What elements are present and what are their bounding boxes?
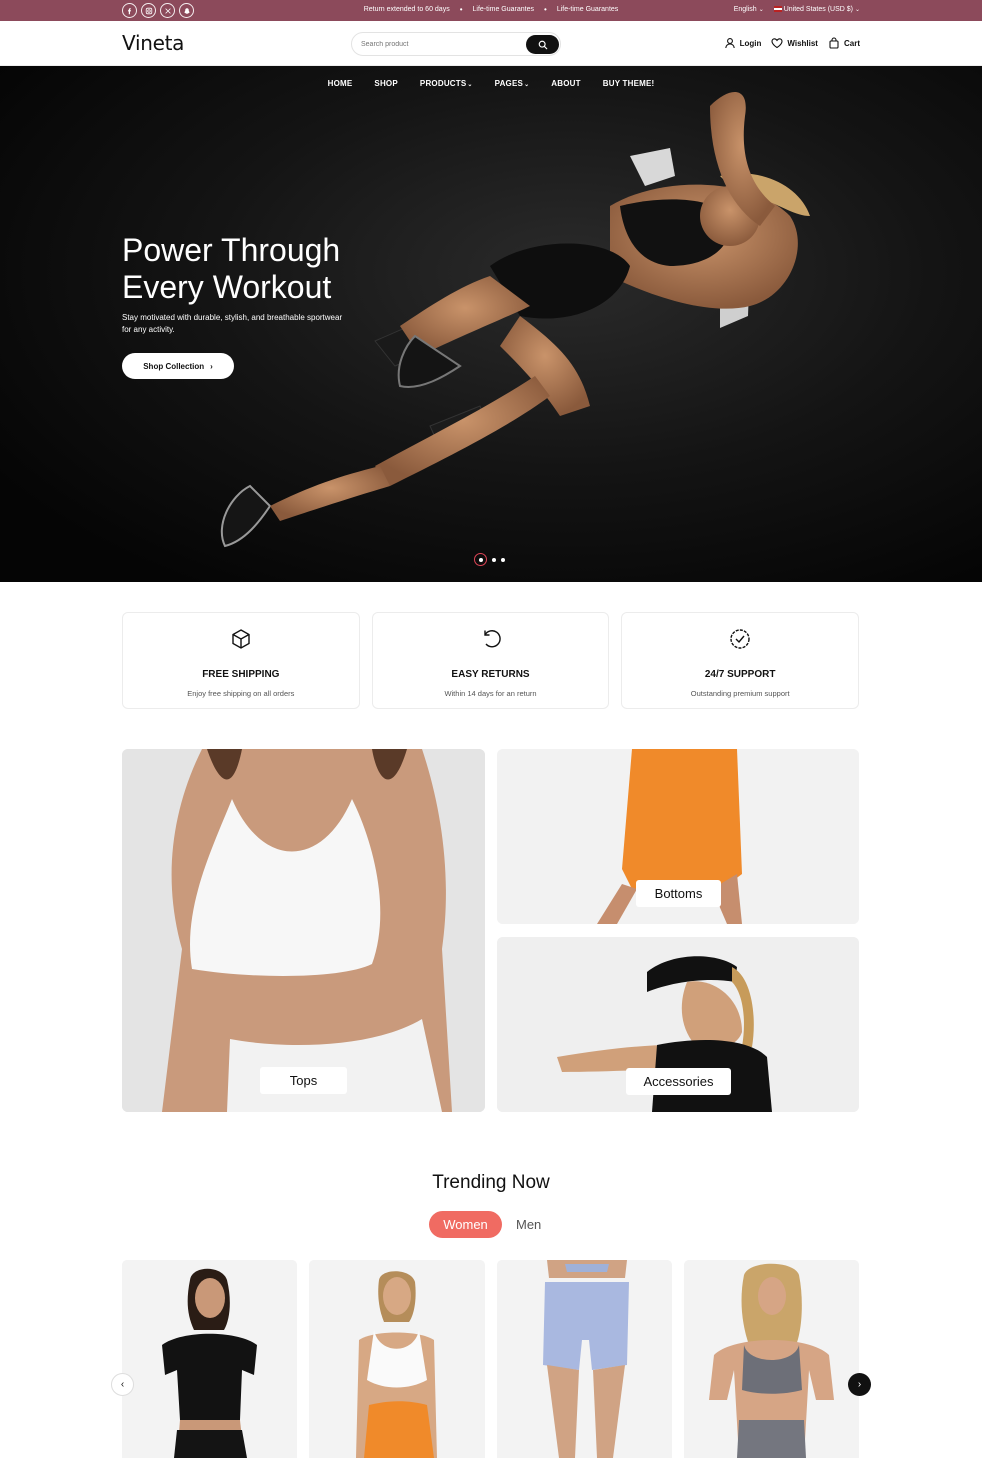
search-input[interactable] — [361, 38, 511, 51]
user-icon — [724, 38, 735, 49]
nav-label: PAGES — [494, 79, 524, 88]
announcement-text: Return extended to 60 days — [363, 6, 450, 13]
search-bar — [351, 32, 561, 56]
chevron-right-icon: › — [857, 1379, 862, 1390]
separator-dot: • — [544, 5, 547, 14]
category-accessories-card[interactable]: Accessories — [497, 937, 859, 1112]
language-select[interactable]: English ⌄ — [734, 6, 764, 13]
login-link[interactable]: Login — [724, 37, 762, 49]
nav-item-pages[interactable]: PAGES⌄ — [495, 79, 530, 88]
hero-title-line: Every Workout — [122, 269, 332, 305]
language-label: English — [733, 6, 757, 13]
feature-title: 24/7 SUPPORT — [704, 669, 776, 680]
carousel-next-button[interactable]: › — [848, 1373, 871, 1396]
slider-dot-active[interactable] — [474, 553, 487, 566]
tab-women[interactable]: Women — [429, 1211, 502, 1238]
category-label-bottoms: Bottoms — [636, 880, 721, 907]
tab-men[interactable]: Men — [514, 1211, 543, 1238]
slider-dot[interactable] — [501, 557, 505, 562]
trending-tabs: Women Men — [429, 1211, 543, 1238]
announcement-text: Life-time Guarantes — [556, 6, 619, 13]
cta-label: Shop Collection — [143, 361, 205, 371]
nav-label: ABOUT — [551, 79, 581, 88]
currency-select[interactable]: United States (USD $) ⌄ — [773, 6, 860, 13]
top-announcement-bar: Return extended to 60 days • Life-time G… — [0, 0, 982, 21]
feature-desc: Outstanding premium support — [690, 689, 790, 698]
cart-label: Cart — [843, 38, 860, 48]
chevron-down-icon: ⌄ — [524, 82, 530, 88]
wishlist-link[interactable]: Wishlist — [771, 37, 818, 49]
feature-title: EASY RETURNS — [451, 669, 530, 680]
hero-banner: HOME SHOP PRODUCTS⌄ PAGES⌄ ABOUT BUY THE… — [0, 66, 982, 582]
nav-label: PRODUCTS — [419, 79, 467, 88]
nav-label: SHOP — [374, 79, 398, 88]
trending-title: Trending Now — [432, 1172, 550, 1193]
nav-label: HOME — [327, 79, 353, 88]
return-icon — [483, 630, 501, 648]
announcement-text: Life-time Guarantes — [472, 6, 534, 13]
check-badge-icon — [730, 629, 750, 649]
category-label-tops: Tops — [260, 1067, 347, 1094]
product-carousel — [122, 1260, 859, 1458]
main-header: Vineta Login Wishlist Cart — [0, 21, 982, 66]
feature-shipping: FREE SHIPPING Enjoy free shipping on all… — [122, 612, 360, 709]
product-card[interactable] — [496, 1260, 672, 1458]
category-bottoms-card[interactable]: Bottoms — [497, 749, 859, 924]
box-icon — [232, 629, 250, 649]
slider-dots — [474, 553, 505, 566]
product-image — [683, 1260, 859, 1458]
shop-collection-button[interactable]: Shop Collection › — [122, 353, 234, 379]
locale-selectors: English ⌄ United States (USD $) ⌄ — [734, 6, 860, 13]
search-icon — [538, 40, 547, 49]
hero-title: Power Through Every Workout — [122, 232, 422, 306]
chevron-down-icon: ⌄ — [758, 7, 764, 13]
carousel-prev-button[interactable]: ‹ — [111, 1373, 134, 1396]
feature-title: FREE SHIPPING — [202, 669, 280, 680]
search-button[interactable] — [526, 35, 559, 54]
chevron-right-icon: › — [210, 361, 213, 371]
nav-item-about[interactable]: ABOUT — [551, 79, 580, 88]
us-flag-icon — [773, 6, 782, 13]
slider-dot[interactable] — [492, 557, 496, 562]
product-image — [122, 1260, 297, 1458]
login-label: Login — [739, 38, 762, 48]
nav-item-home[interactable]: HOME — [328, 79, 353, 88]
hero-subtitle: Stay motivated with durable, stylish, an… — [122, 313, 343, 334]
chevron-left-icon: ‹ — [120, 1379, 125, 1390]
feature-boxes: FREE SHIPPING Enjoy free shipping on all… — [122, 612, 860, 709]
nav-item-products[interactable]: PRODUCTS⌄ — [420, 79, 473, 88]
heart-icon — [771, 38, 783, 49]
nav-label: BUY THEME! — [602, 79, 655, 88]
chevron-down-icon: ⌄ — [467, 82, 473, 88]
product-card[interactable] — [309, 1260, 485, 1458]
nav-item-shop[interactable]: SHOP — [374, 79, 397, 88]
feature-support: 24/7 SUPPORT Outstanding premium support — [621, 612, 860, 709]
feature-desc: Enjoy free shipping on all orders — [187, 689, 295, 698]
nav-item-buy-theme[interactable]: BUY THEME! — [603, 79, 655, 88]
header-actions: Login Wishlist Cart — [724, 37, 860, 49]
bag-icon — [829, 37, 839, 49]
tops-model-image — [122, 749, 485, 1112]
main-nav: HOME SHOP PRODUCTS⌄ PAGES⌄ ABOUT BUY THE… — [0, 79, 982, 88]
logo[interactable]: Vineta — [122, 31, 184, 55]
cart-link[interactable]: Cart — [828, 37, 860, 49]
category-tops-card[interactable]: Tops — [122, 749, 485, 1112]
currency-label: United States (USD $) — [783, 6, 853, 13]
separator-dot: • — [459, 5, 463, 14]
product-card[interactable] — [122, 1260, 298, 1458]
product-card[interactable] — [683, 1260, 859, 1458]
category-label-accessories: Accessories — [626, 1068, 731, 1095]
feature-desc: Within 14 days for an return — [444, 689, 537, 698]
product-image — [496, 1260, 672, 1458]
chevron-down-icon: ⌄ — [854, 7, 860, 13]
product-image — [309, 1260, 485, 1458]
wishlist-label: Wishlist — [787, 38, 818, 48]
hero-title-line: Power Through — [122, 232, 341, 268]
feature-returns: EASY RETURNS Within 14 days for an retur… — [371, 612, 610, 709]
